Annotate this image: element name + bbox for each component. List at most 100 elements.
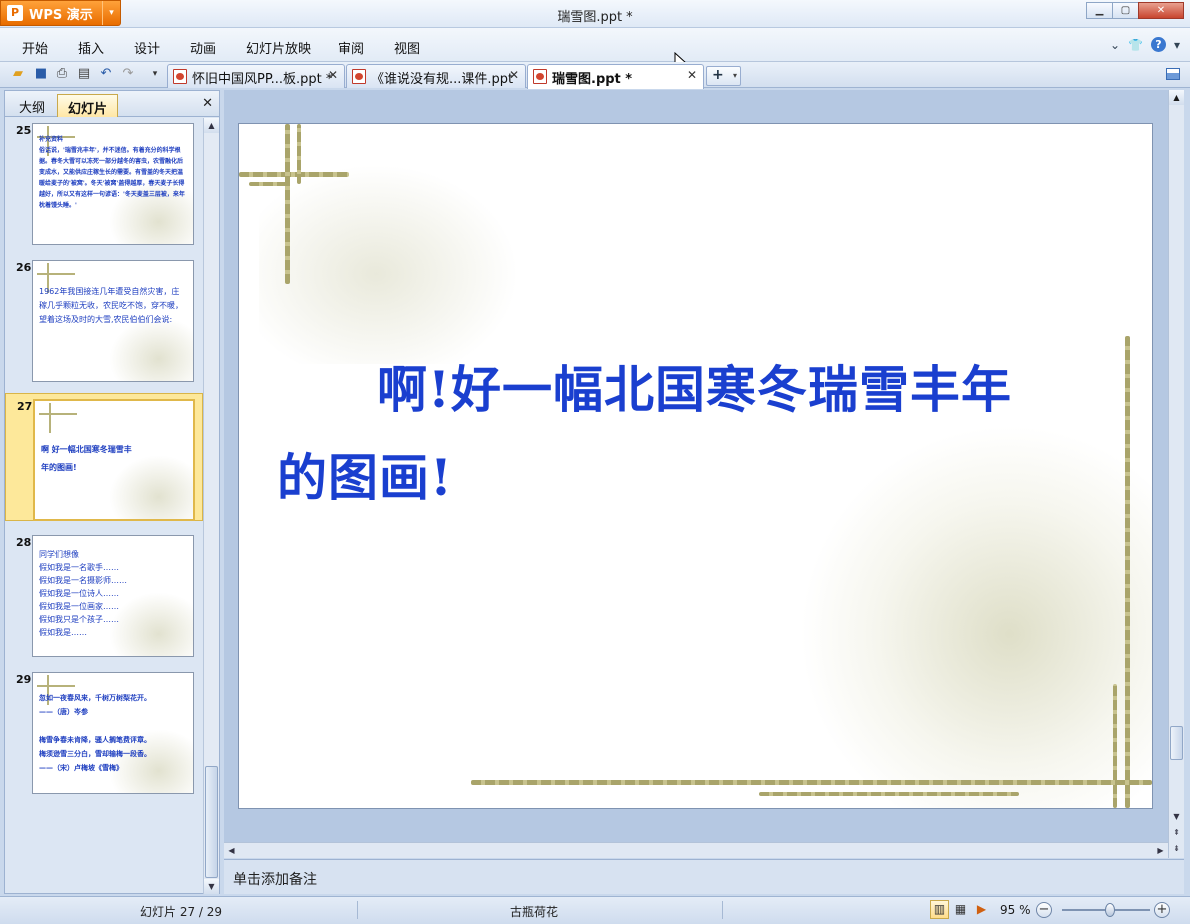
slide-horizontal-scrollbar[interactable]: ◀ ▶: [224, 842, 1168, 858]
vine-decoration: [297, 124, 301, 184]
customize-toolbar-icon[interactable]: ▾: [147, 66, 163, 82]
slide-preview: 1962年我国接连几年遭受自然灾害，庄稼几乎颗粒无收，农民吃不饱，穿不暖，望着这…: [32, 260, 194, 382]
skin-shirt-icon[interactable]: 👕: [1128, 38, 1143, 52]
menu-design[interactable]: 设计: [134, 38, 160, 57]
thumbnail-text: 同学们想像 假如我是一名歌手…… 假如我是一名摄影师…… 假如我是一位诗人…… …: [39, 550, 127, 637]
slide-counter: 幻灯片 27 / 29: [140, 905, 223, 919]
zoom-slider-thumb[interactable]: [1105, 903, 1116, 917]
zoom-in-button[interactable]: +: [1154, 902, 1170, 918]
tab-label: 怀旧中国风PP...板.ppt *: [192, 72, 333, 87]
close-tab-icon[interactable]: ✕: [687, 68, 697, 82]
slide-thumbnail-27[interactable]: 27 啊 好一幅北国寒冬瑞雪丰 年的图画!: [5, 393, 203, 521]
window-title: 瑞雪图.ppt *: [557, 10, 633, 25]
close-window-button[interactable]: ✕: [1138, 2, 1184, 19]
menu-slideshow[interactable]: 幻灯片放映: [246, 38, 311, 57]
tab-slides[interactable]: 幻灯片: [57, 94, 119, 117]
vine-decoration: [471, 780, 1152, 785]
slide-number: 25: [16, 124, 32, 137]
notes-placeholder: 单击添加备注: [233, 872, 317, 888]
close-tab-icon[interactable]: ✕: [328, 68, 338, 82]
window-layout-icon[interactable]: [1166, 68, 1180, 80]
slide-preview: 补充资料 俗话说，'瑞雪兆丰年'，并不迷信。有着充分的科学根据。春冬大雪可以冻死…: [32, 123, 194, 245]
scroll-up-icon[interactable]: ▲: [204, 118, 219, 133]
print-preview-icon[interactable]: ▤: [76, 66, 92, 82]
menu-animation[interactable]: 动画: [190, 38, 216, 57]
slide-thumbnail-29[interactable]: 29 忽如一夜春风来，千树万树梨花开。 ——（唐）岑参 梅雪争春未肯降，骚人搁笔…: [5, 667, 203, 795]
redo-icon[interactable]: ↷: [120, 66, 136, 82]
slide-number: 27: [17, 400, 33, 413]
lotus-background-image: [259, 164, 519, 364]
window-controls: ▁ ▢ ✕: [1086, 2, 1184, 19]
slide-preview: 啊 好一幅北国寒冬瑞雪丰 年的图画!: [33, 399, 195, 521]
slide-number: 26: [16, 261, 32, 274]
vine-decoration: [759, 792, 1019, 796]
maximize-button[interactable]: ▢: [1112, 2, 1139, 19]
save-icon[interactable]: ■: [33, 66, 49, 82]
slide-pane-scrollbar[interactable]: ▲ ▼: [203, 118, 219, 894]
slide-thumbnail-list: 25 补充资料 俗话说，'瑞雪兆丰年'，并不迷信。有着充分的科学根据。春冬大雪可…: [5, 118, 203, 894]
ppt-file-icon: [533, 69, 547, 84]
ppt-file-icon: [173, 69, 187, 84]
vine-decoration: [1113, 684, 1117, 808]
slideshow-view-icon[interactable]: ▶: [972, 900, 991, 919]
scrollbar-thumb[interactable]: [205, 766, 218, 878]
slide-number: 29: [16, 673, 32, 686]
tab-document-1[interactable]: 怀旧中国风PP...板.ppt * ✕: [167, 64, 345, 88]
help-icon[interactable]: ?: [1150, 37, 1166, 52]
slide-thumbnail-25[interactable]: 25 补充资料 俗话说，'瑞雪兆丰年'，并不迷信。有着充分的科学根据。春冬大雪可…: [5, 118, 203, 246]
zoom-out-button[interactable]: −: [1036, 902, 1052, 918]
print-icon[interactable]: ⎙: [54, 66, 70, 82]
thumbnail-text: 啊 好一幅北国寒冬瑞雪丰 年的图画!: [41, 445, 132, 472]
slide-preview: 同学们想像 假如我是一名歌手…… 假如我是一名摄影师…… 假如我是一位诗人…… …: [32, 535, 194, 657]
menu-insert[interactable]: 插入: [78, 38, 104, 57]
thumbnail-text: 忽如一夜春风来，千树万树梨花开。 ——（唐）岑参 梅雪争春未肯降，骚人搁笔费评章…: [39, 694, 151, 772]
vine-decoration: [239, 172, 349, 177]
zoom-level: 95 %: [1000, 903, 1031, 917]
menu-review[interactable]: 审阅: [338, 38, 364, 57]
close-tab-icon[interactable]: ✕: [509, 68, 519, 82]
thumbnail-text: 补充资料 俗话说，'瑞雪兆丰年'，并不迷信。有着充分的科学根据。春冬大雪可以冻死…: [39, 136, 185, 209]
scroll-down-icon[interactable]: ▼: [1169, 810, 1184, 824]
tab-document-active[interactable]: 瑞雪图.ppt * ✕: [527, 64, 704, 89]
next-slide-icon[interactable]: ⇟: [1169, 842, 1184, 856]
menu-view[interactable]: 视图: [394, 38, 420, 57]
notes-pane[interactable]: 单击添加备注: [224, 859, 1184, 894]
vine-decoration: [1125, 336, 1130, 808]
title-bar: P WPS 演示 ▾ 瑞雪图.ppt * ▁ ▢ ✕: [0, 0, 1190, 28]
menu-bar: 开始 插入 设计 动画 幻灯片放映 审阅 视图 ⌄ 👕 ? ▾: [0, 28, 1190, 62]
slide-title-text[interactable]: 啊!好一幅北国寒冬瑞雪丰年的图画!: [277, 346, 1037, 522]
minimize-button[interactable]: ▁: [1086, 2, 1113, 19]
slide-editing-area: 啊!好一幅北国寒冬瑞雪丰年的图画!: [224, 90, 1168, 842]
scroll-right-icon[interactable]: ▶: [1153, 843, 1168, 858]
chevron-down-icon[interactable]: ⌄: [1110, 38, 1120, 52]
slide-sorter-view-icon[interactable]: ▦: [951, 900, 970, 919]
previous-slide-icon[interactable]: ⇞: [1169, 826, 1184, 840]
open-folder-icon[interactable]: ▰: [10, 66, 26, 82]
chevron-down-icon[interactable]: ▾: [1174, 38, 1180, 52]
menu-right-tools: ⌄ 👕 ? ▾: [1110, 37, 1180, 52]
slide-thumbnail-28[interactable]: 28 同学们想像 假如我是一名歌手…… 假如我是一名摄影师…… 假如我是一位诗人…: [5, 530, 203, 658]
slide-vertical-scrollbar[interactable]: ▲ ▼ ⇞ ⇟: [1168, 90, 1184, 858]
tab-outline[interactable]: 大纲: [9, 94, 55, 117]
normal-view-icon[interactable]: ▥: [930, 900, 949, 919]
scroll-down-icon[interactable]: ▼: [204, 879, 219, 894]
slide-thumbnail-26[interactable]: 26 1962年我国接连几年遭受自然灾害，庄稼几乎颗粒无收，农民吃不饱，穿不暖，…: [5, 255, 203, 383]
new-tab-button[interactable]: + ▾: [706, 66, 741, 86]
status-bar: 幻灯片 27 / 29 古瓶荷花 ▥ ▦ ▶ 95 % − +: [0, 896, 1190, 924]
tab-document-2[interactable]: 《谁说没有规...课件.ppt ✕: [346, 64, 526, 88]
vine-decoration: [249, 182, 289, 186]
scrollbar-thumb[interactable]: [1170, 726, 1183, 760]
scroll-up-icon[interactable]: ▲: [1169, 90, 1184, 105]
tab-label: 《谁说没有规...课件.ppt: [371, 72, 514, 87]
thumbnail-text: 1962年我国接连几年遭受自然灾害，庄稼几乎颗粒无收，农民吃不饱，穿不暖，望着这…: [39, 287, 183, 324]
chevron-down-icon[interactable]: ▾: [733, 67, 737, 84]
undo-icon[interactable]: ↶: [98, 66, 114, 82]
current-slide[interactable]: 啊!好一幅北国寒冬瑞雪丰年的图画!: [239, 124, 1152, 808]
menu-home[interactable]: 开始: [22, 38, 48, 57]
quick-access-toolbar: ▰ ■ ⎙ ▤ ↶ ↷ ▾ 怀旧中国风PP...板.ppt * ✕ 《谁说没有规…: [0, 62, 1190, 89]
theme-name: 古瓶荷花: [510, 905, 559, 919]
slide-pane: 大纲 幻灯片 ✕ 25 补充资料 俗话说，'瑞雪兆丰年'，并不迷信。有着充分的科…: [4, 90, 220, 894]
close-pane-icon[interactable]: ✕: [202, 96, 213, 111]
scroll-left-icon[interactable]: ◀: [224, 843, 239, 858]
slide-preview: 忽如一夜春风来，千树万树梨花开。 ——（唐）岑参 梅雪争春未肯降，骚人搁笔费评章…: [32, 672, 194, 794]
